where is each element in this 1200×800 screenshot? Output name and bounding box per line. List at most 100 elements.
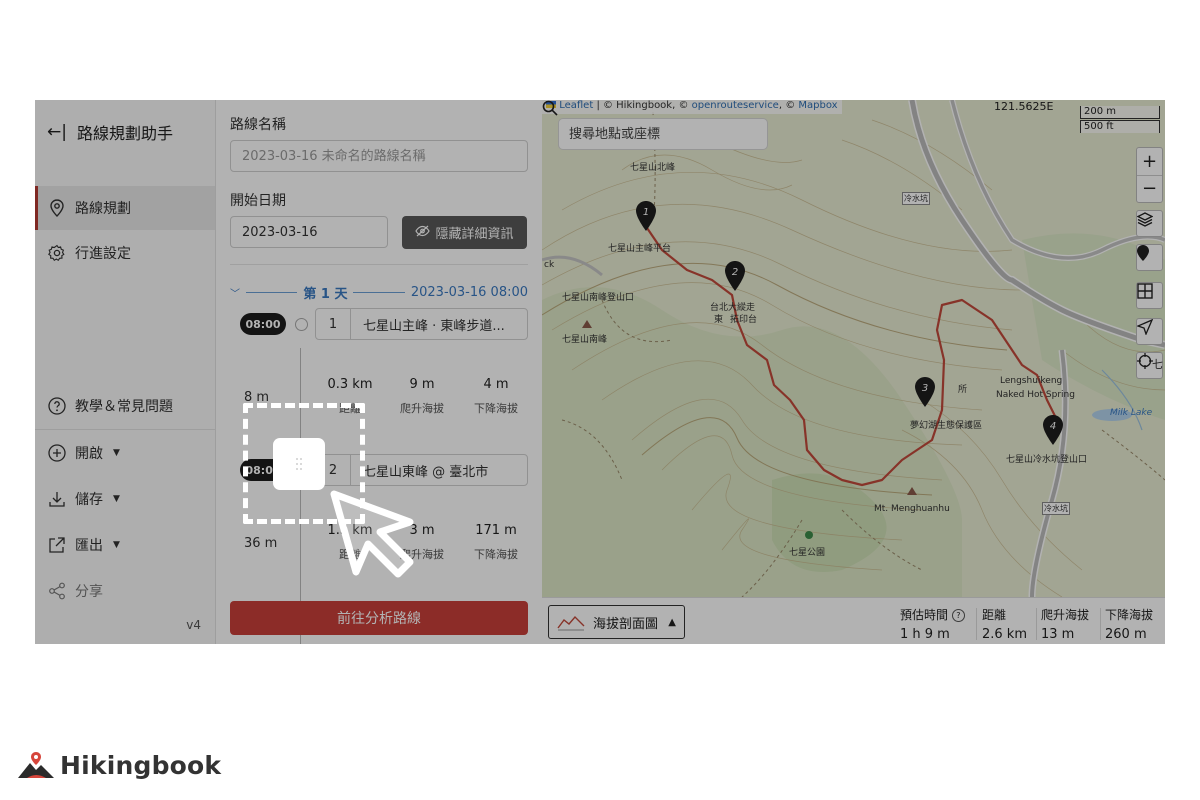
hikingbook-credit: | © Hikingbook, ©	[596, 100, 689, 111]
sidebar-item-export[interactable]: 匯出 ▼	[35, 523, 215, 567]
day-line	[246, 291, 298, 293]
marker-number: 4	[1050, 421, 1056, 432]
brand-logo: Hikingbook	[16, 750, 221, 780]
segment-descent-value: 4 m	[483, 377, 509, 392]
map-label: Lengshuikeng	[1000, 376, 1063, 386]
segment-distance-value: 0.3 km	[327, 377, 373, 392]
summary-duration: 預估時間 ? 1 h 9 m	[900, 606, 965, 642]
attribution-sep: , ©	[778, 100, 796, 111]
zoom-control: + −	[1136, 147, 1163, 203]
drag-handle[interactable]	[273, 438, 325, 490]
segment-ascent: 9 m 爬升海拔	[392, 377, 452, 416]
segment-descent: 4 m 下降海拔	[464, 377, 528, 416]
scale-metric: 200 m	[1080, 106, 1160, 119]
sidebar-item-label: 儲存	[75, 492, 103, 508]
caret-down-icon: ▼	[113, 540, 120, 550]
waypoint-marker[interactable]: 4	[1042, 414, 1064, 446]
elevation-profile-label: 海拔剖面圖	[593, 616, 659, 632]
map-label: 七星公園	[789, 548, 826, 558]
road-sign: 冷水坑	[1042, 502, 1070, 515]
navigation-arrow-icon	[1137, 319, 1153, 335]
sidebar-item-route-planning[interactable]: 路線規劃	[35, 186, 215, 230]
day-label: 第 1 天	[303, 286, 348, 302]
sidebar-item-open[interactable]: 開啟 ▼	[35, 431, 215, 475]
day-header[interactable]: ﹀ 第 1 天 2023-03-16 08:00	[230, 282, 528, 302]
mouse-cursor-icon	[330, 490, 414, 578]
map-view[interactable]: Leaflet | © Hikingbook, © openrouteservi…	[542, 100, 1165, 597]
sidebar-item-help[interactable]: 教學＆常見問題	[35, 384, 215, 428]
coordinate-readout: 121.5625E	[994, 100, 1054, 113]
panel-divider	[230, 264, 528, 265]
marker-button[interactable]	[1136, 244, 1163, 271]
map-label: 七星山冷水坑登山口	[1006, 455, 1088, 465]
waypoint-marker[interactable]: 3	[914, 376, 936, 408]
map-label: 拓印台	[730, 315, 758, 325]
waypoint-marker[interactable]: 1	[635, 200, 657, 232]
gear-icon	[47, 243, 67, 263]
mountain-logo-icon	[18, 752, 54, 778]
waypoint-marker[interactable]: 2	[724, 260, 746, 292]
crosshair-icon	[1137, 353, 1153, 369]
marker-number: 3	[922, 383, 928, 394]
caret-up-icon: ▲	[668, 616, 676, 628]
waypoint-field[interactable]: 1 七星山主峰 · 東峰步道...	[315, 308, 528, 340]
sidebar-item-label: 路線規劃	[75, 201, 131, 217]
route-name-input[interactable]	[230, 140, 528, 172]
summary-label: 下降海拔	[1105, 608, 1154, 622]
summary-divider	[1036, 608, 1037, 640]
map-label: 東	[714, 315, 724, 325]
grid-button[interactable]	[1136, 282, 1163, 309]
back-arrow-icon[interactable]: ←|	[47, 122, 67, 142]
map-label: 七星山主峰平台	[608, 244, 672, 254]
route-name-label: 路線名稱	[230, 117, 286, 133]
map-label: 七	[1152, 358, 1163, 371]
search-icon[interactable]	[542, 100, 558, 116]
location-pin-icon	[47, 198, 67, 218]
sidebar-item-travel-settings[interactable]: 行進設定	[35, 231, 215, 275]
drag-dots-icon	[296, 458, 302, 470]
sidebar-item-share[interactable]: 分享	[35, 569, 215, 613]
layers-button[interactable]	[1136, 210, 1163, 237]
brand-name: Hikingbook	[60, 750, 222, 780]
point-radio[interactable]	[295, 318, 308, 331]
segment-ascent-label: 爬升海拔	[400, 402, 444, 415]
waypoint-index: 1	[316, 309, 351, 339]
locate-button[interactable]	[1136, 318, 1163, 345]
map-label: ck	[544, 260, 555, 270]
day-datetime: 2023-03-16 08:00	[410, 284, 529, 300]
caret-down-icon: ▼	[113, 448, 120, 458]
waypoint-name: 七星山主峰 · 東峰步道...	[363, 318, 505, 334]
leaflet-link[interactable]: Leaflet	[559, 100, 593, 111]
map-search-input[interactable]	[558, 118, 768, 150]
route-summary-bar: 海拔剖面圖 ▲ 預估時間 ? 1 h 9 m 距離 2.6 km 爬升海拔 13…	[542, 597, 1165, 644]
segment-ascent-value: 9 m	[409, 377, 435, 392]
marker-number: 2	[732, 267, 738, 278]
chevron-down-icon[interactable]: ﹀	[230, 285, 240, 300]
mapbox-link[interactable]: Mapbox	[798, 100, 837, 111]
map-label: Milk Lake	[1110, 408, 1153, 418]
elevation-profile-button[interactable]: 海拔剖面圖 ▲	[548, 605, 685, 639]
zoom-out-button[interactable]: −	[1137, 176, 1162, 203]
caret-down-icon: ▼	[113, 494, 120, 504]
summary-descent: 下降海拔 260 m	[1105, 606, 1153, 642]
map-attribution: Leaflet | © Hikingbook, © openrouteservi…	[542, 100, 842, 114]
share-icon	[47, 581, 67, 601]
info-circle-icon[interactable]: ?	[951, 609, 965, 622]
start-date-input[interactable]	[230, 216, 388, 248]
segment-elevation: 36 m	[244, 536, 278, 551]
zoom-in-button[interactable]: +	[1137, 148, 1162, 176]
map-scale: 200 m 500 ft	[1080, 106, 1160, 133]
hide-details-button[interactable]: 隱藏詳細資訊	[402, 216, 527, 249]
sidebar: ←| 路線規劃助手 路線規劃 行進設定 教學＆常見問題 開啟 ▼ 儲存 ▼ 匯出…	[35, 100, 216, 644]
sidebar-divider	[35, 429, 215, 430]
ors-link[interactable]: openrouteservice	[692, 100, 779, 111]
map-label: Naked Hot Spring	[996, 390, 1075, 400]
sidebar-item-save[interactable]: 儲存 ▼	[35, 477, 215, 521]
map-pin-icon	[1137, 245, 1149, 261]
segment-descent: 171 m 下降海拔	[464, 523, 528, 562]
download-icon	[47, 489, 67, 509]
summary-label: 距離	[982, 608, 1007, 622]
analyze-route-button[interactable]: 前往分析路線	[230, 601, 528, 635]
summary-ascent: 爬升海拔 13 m	[1041, 606, 1089, 642]
day-line	[353, 291, 405, 293]
